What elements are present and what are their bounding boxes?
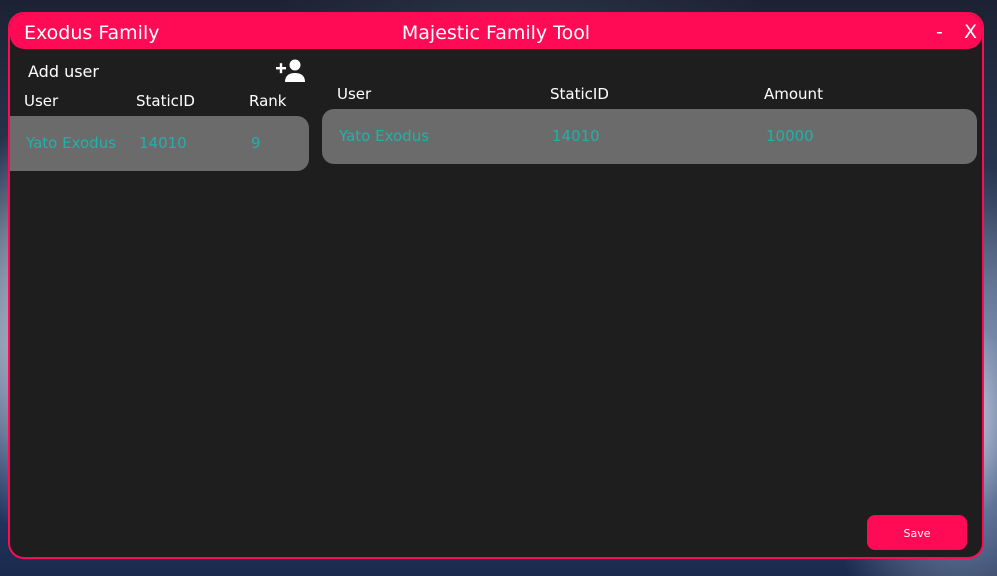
amounts-header-staticid: StaticID [550,85,609,103]
members-header-rank: Rank [249,92,287,110]
app-window: Exodus Family Majestic Family Tool - X A… [8,12,984,559]
add-user-button[interactable] [276,58,306,84]
members-table-row[interactable]: Yato Exodus 14010 9 [10,116,309,171]
save-button[interactable]: Save [867,515,967,550]
close-button[interactable]: X [964,21,977,43]
members-header-user: User [24,92,59,110]
add-user-label: Add user [28,62,99,81]
app-name: Exodus Family [24,22,160,44]
title-bar[interactable]: Exodus Family Majestic Family Tool - X [10,14,982,49]
amounts-table-row[interactable]: Yato Exodus 14010 10000 [322,109,977,164]
member-user-cell: Yato Exodus [26,134,117,152]
member-staticid-cell: 14010 [139,134,187,152]
amounts-header-user: User [337,85,372,103]
amount-value-cell: 10000 [766,127,814,145]
amounts-header-amount: Amount [764,85,823,103]
amount-staticid-cell: 14010 [552,127,600,145]
amount-user-cell: Yato Exodus [339,127,430,145]
member-rank-cell: 9 [251,134,261,152]
members-header-staticid: StaticID [136,92,195,110]
minimize-button[interactable]: - [936,21,943,43]
person-add-icon [276,59,305,82]
